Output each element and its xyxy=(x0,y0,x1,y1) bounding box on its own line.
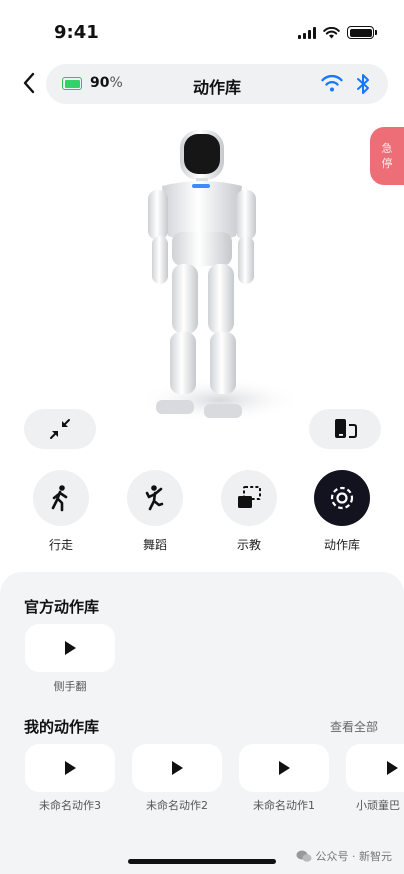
device-switch-button[interactable] xyxy=(309,409,381,449)
teach-icon xyxy=(238,486,261,508)
estop-label-line2: 停 xyxy=(381,157,393,170)
status-icons xyxy=(298,26,377,39)
chevron-left-icon xyxy=(23,72,35,94)
view-all-link[interactable]: 查看全部 xyxy=(330,718,378,735)
mode-action-library[interactable]: 动作库 xyxy=(307,470,377,553)
my-action-card[interactable] xyxy=(346,744,404,792)
action-library-panel: 官方动作库 侧手翻 我的动作库 查看全部 未命名动作3 未命名动作2 未命名动作… xyxy=(0,572,404,874)
mode-teach[interactable]: 示教 xyxy=(214,470,284,553)
watermark-text: 公众号 · 新智元 xyxy=(315,850,393,863)
mode-teach-circle[interactable] xyxy=(221,470,277,526)
shrink-view-button[interactable] xyxy=(24,409,96,449)
mode-dance-circle[interactable] xyxy=(127,470,183,526)
my-action-label: 未命名动作1 xyxy=(253,799,315,812)
minimize-arrows-icon xyxy=(50,419,70,439)
play-icon xyxy=(65,761,76,775)
mode-walk[interactable]: 行走 xyxy=(26,470,96,553)
mode-action-library-label: 动作库 xyxy=(323,538,360,552)
mode-dance[interactable]: 舞蹈 xyxy=(120,470,190,553)
my-library-title: 我的动作库 xyxy=(24,718,100,736)
home-indicator[interactable] xyxy=(128,859,276,864)
back-button[interactable] xyxy=(16,70,42,96)
wechat-icon xyxy=(296,850,311,862)
robot-status-bar: 90% 动作库 xyxy=(46,64,388,104)
status-bar: 9:41 xyxy=(0,0,404,60)
my-action-label: 未命名动作2 xyxy=(146,799,208,812)
my-action-card[interactable] xyxy=(25,744,115,792)
mode-walk-label: 行走 xyxy=(48,538,73,552)
official-action-label: 侧手翻 xyxy=(53,680,87,693)
wifi-status-icon xyxy=(323,26,340,38)
dance-icon xyxy=(145,485,164,511)
emergency-stop-button[interactable]: 急 停 xyxy=(370,127,404,185)
play-icon xyxy=(172,761,183,775)
robot-illustration xyxy=(138,130,300,422)
walk-icon xyxy=(51,485,68,512)
play-icon xyxy=(65,641,76,655)
official-library-title: 官方动作库 xyxy=(24,598,100,616)
play-icon xyxy=(387,761,398,775)
wifi-icon[interactable] xyxy=(320,74,344,92)
play-icon xyxy=(279,761,290,775)
mode-dance-label: 舞蹈 xyxy=(142,538,167,552)
estop-label-line1: 急 xyxy=(381,142,393,155)
device-switch-icon xyxy=(335,419,357,438)
mode-teach-label: 示教 xyxy=(236,538,261,552)
watermark: 公众号 · 新智元 xyxy=(296,848,393,864)
cellular-signal-icon xyxy=(298,26,316,39)
my-action-label: 小顽童巴 xyxy=(356,799,400,812)
device-battery-icon xyxy=(347,26,377,39)
official-action-card[interactable] xyxy=(25,624,115,672)
mode-walk-circle[interactable] xyxy=(33,470,89,526)
status-time: 9:41 xyxy=(54,22,99,43)
mode-action-library-circle[interactable] xyxy=(314,470,370,526)
action-library-icon xyxy=(330,486,354,510)
my-action-card[interactable] xyxy=(239,744,329,792)
bluetooth-icon[interactable] xyxy=(356,73,370,95)
my-action-card[interactable] xyxy=(132,744,222,792)
my-action-label: 未命名动作3 xyxy=(39,799,101,812)
